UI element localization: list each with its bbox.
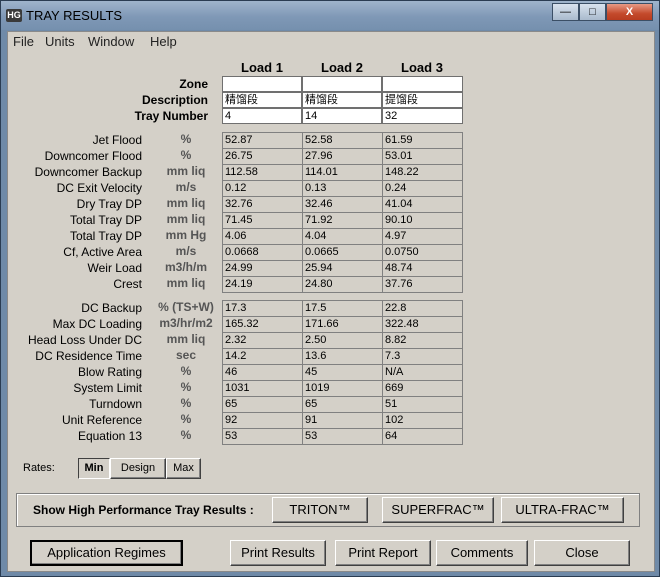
header-label: Description [141, 93, 208, 107]
application-regimes-button[interactable]: Application Regimes [30, 540, 183, 566]
header-input[interactable]: 32 [382, 108, 463, 124]
row-unit: m3/h/m [164, 260, 207, 274]
row-label: Downcomer Backup [34, 165, 142, 179]
comments-button[interactable]: Comments [436, 540, 528, 566]
header-input[interactable] [302, 76, 382, 92]
row-unit: % [180, 396, 192, 410]
row-unit: mm liq [166, 164, 206, 178]
row-label: Max DC Loading [52, 317, 142, 331]
row-label: Jet Flood [92, 133, 142, 147]
row-unit: mm liq [166, 332, 206, 346]
row-unit: % (TS+W) [158, 300, 214, 314]
rate-design-button[interactable]: Design [110, 458, 166, 479]
row-unit: % [180, 148, 192, 162]
high-performance-label: Show High Performance Tray Results : [33, 503, 254, 517]
header-label: Tray Number [134, 109, 208, 123]
row-unit: m/s [175, 180, 197, 194]
row-label: System Limit [73, 381, 142, 395]
row-label: DC Backup [81, 301, 142, 315]
window-title: TRAY RESULTS [26, 8, 123, 23]
value-grid-border [222, 300, 463, 445]
row-unit: mm liq [166, 196, 206, 210]
tray-results-window: HG TRAY RESULTS — □ X File Units Window … [0, 0, 660, 577]
row-label: Total Tray DP [69, 229, 142, 243]
title-bar[interactable]: HG TRAY RESULTS — □ X [1, 1, 659, 30]
menu-units[interactable]: Units [45, 34, 75, 49]
menu-window[interactable]: Window [88, 34, 134, 49]
row-label: Unit Reference [61, 413, 142, 427]
app-icon: HG [6, 9, 22, 22]
column-header-load-1: Load 1 [241, 60, 283, 75]
row-unit: % [180, 364, 192, 378]
row-label: Equation 13 [77, 429, 142, 443]
row-label: Crest [113, 277, 142, 291]
row-label: DC Residence Time [35, 349, 142, 363]
print-results-button[interactable]: Print Results [230, 540, 326, 566]
triton-button[interactable]: TRITON™ [272, 497, 368, 523]
minimize-button[interactable]: — [552, 3, 579, 21]
row-label: Total Tray DP [69, 213, 142, 227]
menu-help[interactable]: Help [150, 34, 177, 49]
header-input[interactable]: 精馏段 [222, 92, 302, 108]
row-label: Downcomer Flood [44, 149, 142, 163]
header-label: Zone [179, 77, 208, 91]
row-unit: % [180, 132, 192, 146]
close-button[interactable]: Close [534, 540, 630, 566]
row-label: Turndown [89, 397, 142, 411]
header-input[interactable]: 提馏段 [382, 92, 463, 108]
close-window-button[interactable]: X [606, 3, 653, 21]
row-unit: % [180, 412, 192, 426]
menu-file[interactable]: File [13, 34, 34, 49]
header-input[interactable] [222, 76, 302, 92]
menu-bar: File Units Window Help [8, 32, 654, 52]
header-input[interactable]: 4 [222, 108, 302, 124]
row-unit: mm liq [166, 212, 206, 226]
header-input[interactable]: 精馏段 [302, 92, 382, 108]
row-unit: m/s [175, 244, 197, 258]
rate-max-button[interactable]: Max [166, 458, 201, 479]
row-label: Head Loss Under DC [27, 333, 142, 347]
high-performance-group: Show High Performance Tray Results : TRI… [16, 493, 640, 527]
superfrac-button[interactable]: SUPERFRAC™ [382, 497, 494, 523]
value-grid-border [222, 132, 463, 293]
row-label: Weir Load [87, 261, 142, 275]
row-unit: m3/hr/m2 [159, 316, 213, 330]
column-header-load-2: Load 2 [321, 60, 363, 75]
print-report-button[interactable]: Print Report [335, 540, 431, 566]
row-unit: mm liq [166, 276, 206, 290]
maximize-button[interactable]: □ [579, 3, 606, 21]
ultra-frac-button[interactable]: ULTRA-FRAC™ [501, 497, 624, 523]
row-label: Cf, Active Area [63, 245, 142, 259]
row-label: Dry Tray DP [76, 197, 142, 211]
row-unit: sec [175, 348, 197, 362]
row-unit: % [180, 428, 192, 442]
rates-label: Rates: [23, 462, 55, 474]
row-label: DC Exit Velocity [56, 181, 142, 195]
rate-min-button[interactable]: Min [78, 458, 110, 479]
row-unit: mm Hg [165, 228, 207, 242]
header-input[interactable]: 14 [302, 108, 382, 124]
row-label: Blow Rating [77, 365, 142, 379]
column-header-load-3: Load 3 [401, 60, 443, 75]
row-unit: % [180, 380, 192, 394]
client-area: File Units Window Help Load 1 Load 2 Load … [7, 31, 655, 572]
header-input[interactable] [382, 76, 463, 92]
